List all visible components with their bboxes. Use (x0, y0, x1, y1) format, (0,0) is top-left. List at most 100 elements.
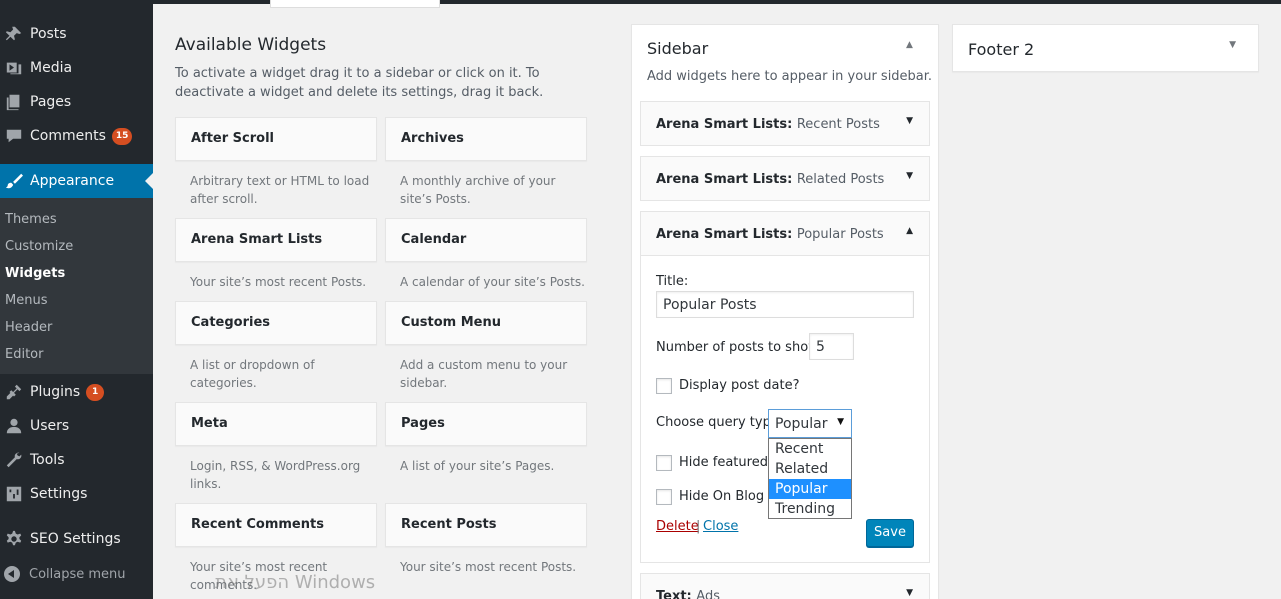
link-separator: | (696, 519, 701, 534)
dropdown-arrow-icon: ▼ (837, 417, 844, 427)
pages-icon (4, 92, 24, 112)
num-posts-label: Number of posts to show: (656, 340, 823, 355)
submenu-header[interactable]: Header (5, 320, 52, 335)
menu-seo[interactable]: SEO Settings (0, 522, 153, 556)
menu-pages[interactable]: Pages (0, 85, 153, 119)
menu-tools-label: Tools (30, 452, 65, 468)
media-icon (4, 58, 24, 78)
widget-title: Categories (191, 315, 271, 330)
widget-recent-comments[interactable]: Recent Comments (175, 503, 377, 547)
footer-2-widget-area[interactable]: Footer 2 ▼ (952, 24, 1259, 72)
plug-icon (4, 382, 24, 402)
widget-title: Calendar (401, 232, 467, 247)
widget-categories[interactable]: Categories (175, 301, 377, 345)
menu-appearance[interactable]: Appearance (0, 164, 153, 198)
menu-comments-label: Comments (30, 128, 106, 144)
sidebar-widget-title: Arena Smart Lists: Recent Posts (656, 117, 880, 132)
comments-count-badge: 15 (111, 127, 133, 145)
delete-link[interactable]: Delete (656, 519, 699, 534)
widget-archives[interactable]: Archives (385, 117, 587, 161)
chevron-down-icon[interactable]: ▼ (906, 171, 913, 181)
query-type-label: Choose query type (656, 415, 779, 430)
widget-title: Recent Comments (191, 517, 324, 532)
chevron-down-icon[interactable]: ▼ (906, 116, 913, 126)
gear-icon (4, 529, 24, 549)
menu-plugins[interactable]: Plugins 1 (0, 375, 153, 409)
sidebar-widget-related-posts[interactable]: Arena Smart Lists: Related Posts ▼ (640, 156, 930, 201)
menu-settings-label: Settings (30, 486, 88, 502)
windows-activation-watermark: Windows הפעל את (215, 572, 376, 593)
menu-media-label: Media (30, 60, 73, 76)
hide-featured-checkbox[interactable] (656, 455, 672, 471)
query-type-options: Recent Related Popular Trending (768, 438, 852, 519)
menu-appearance-label: Appearance (30, 173, 115, 189)
menu-media[interactable]: Media (0, 51, 153, 85)
widget-arena-smart-lists[interactable]: Arena Smart Lists (175, 218, 377, 262)
option-related[interactable]: Related (769, 459, 851, 479)
widget-title: Meta (191, 416, 228, 431)
widget-calendar[interactable]: Calendar (385, 218, 587, 262)
submenu-menus[interactable]: Menus (5, 293, 47, 308)
widget-after-scroll[interactable]: After Scroll (175, 117, 377, 161)
sidebar-description: Add widgets here to appear in your sideb… (647, 69, 933, 84)
title-input[interactable] (656, 291, 914, 318)
submenu-customize[interactable]: Customize (5, 239, 73, 254)
collapse-menu-label: Collapse menu (29, 566, 126, 582)
available-widgets-title: Available Widgets (175, 35, 327, 55)
collapse-menu-button[interactable]: Collapse menu (0, 562, 153, 586)
submenu-themes[interactable]: Themes (5, 212, 57, 227)
widget-title: Recent Posts (401, 517, 497, 532)
settings-sliders-icon (4, 484, 24, 504)
widget-meta[interactable]: Meta (175, 402, 377, 446)
chevron-up-icon[interactable]: ▲ (906, 226, 913, 236)
chevron-down-icon[interactable]: ▼ (906, 588, 913, 598)
chevron-down-icon[interactable]: ▼ (1229, 40, 1236, 50)
admin-menu: Posts Media Pages Comments 15 Appearance… (0, 0, 153, 599)
collapse-up-icon[interactable]: ▲ (906, 40, 913, 50)
sidebar-widget-text-ads[interactable]: Text: Ads ▼ (640, 573, 930, 599)
pin-icon (4, 24, 24, 44)
menu-tools[interactable]: Tools (0, 443, 153, 477)
num-posts-input[interactable] (809, 333, 854, 360)
submenu-editor[interactable]: Editor (5, 347, 43, 362)
widget-title: Arena Smart Lists (191, 232, 323, 247)
widget-title: Custom Menu (401, 315, 502, 330)
widget-header[interactable]: Arena Smart Lists: Popular Posts ▲ (641, 212, 929, 256)
widget-title: After Scroll (191, 131, 275, 146)
appearance-submenu: Themes Customize Widgets Menus Header Ed… (0, 198, 153, 374)
hide-on-blog-checkbox[interactable] (656, 489, 672, 505)
close-link[interactable]: Close (703, 519, 738, 534)
menu-seo-label: SEO Settings (30, 531, 121, 547)
widget-title: Pages (401, 416, 445, 431)
widget-prefix: Arena Smart Lists: (656, 227, 793, 242)
widget-instance-name: Popular Posts (796, 227, 884, 242)
save-button[interactable]: Save (866, 519, 914, 547)
widget-description: A calendar of your site’s Posts. (400, 275, 585, 289)
hide-featured-label: Hide featured i (679, 455, 776, 470)
menu-users[interactable]: Users (0, 409, 153, 443)
sidebar-widget-title: Arena Smart Lists: Popular Posts (656, 227, 884, 242)
menu-settings[interactable]: Settings (0, 477, 153, 511)
menu-plugins-label: Plugins (30, 384, 81, 400)
query-type-select[interactable]: Popular ▼ (768, 409, 852, 438)
menu-comments[interactable]: Comments 15 (0, 119, 153, 153)
display-date-checkbox[interactable] (656, 378, 672, 394)
option-recent[interactable]: Recent (769, 439, 851, 459)
widget-instance-name: Related Posts (796, 172, 885, 187)
sidebar-widget-recent-posts[interactable]: Arena Smart Lists: Recent Posts ▼ (640, 101, 930, 146)
widget-custom-menu[interactable]: Custom Menu (385, 301, 587, 345)
widget-pages[interactable]: Pages (385, 402, 587, 446)
sidebar-title[interactable]: Sidebar (647, 39, 708, 58)
widget-instance-name: Ads (696, 589, 720, 599)
option-popular[interactable]: Popular (769, 479, 851, 499)
sidebar-widget-title: Text: Ads (656, 589, 720, 599)
submenu-widgets[interactable]: Widgets (5, 266, 65, 281)
menu-posts[interactable]: Posts (0, 17, 153, 51)
top-input-fragment[interactable] (270, 0, 440, 8)
available-widgets-description: To activate a widget drag it to a sideba… (175, 66, 544, 100)
menu-users-label: Users (30, 418, 70, 434)
option-trending[interactable]: Trending (769, 499, 851, 519)
display-date-label: Display post date? (679, 378, 800, 393)
widget-recent-posts[interactable]: Recent Posts (385, 503, 587, 547)
user-icon (4, 416, 24, 436)
